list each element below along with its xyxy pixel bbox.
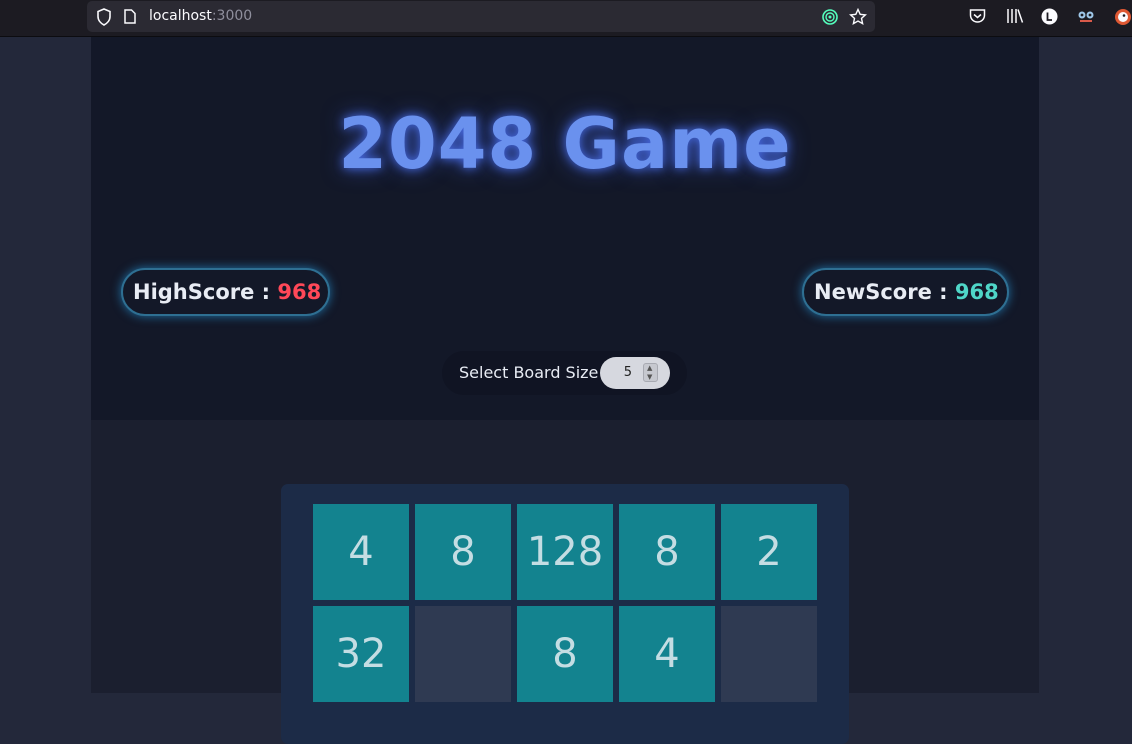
bookmark-star-icon[interactable] <box>849 8 867 26</box>
url-host: localhost <box>149 8 212 24</box>
address-bar[interactable]: localhost:3000 <box>87 1 875 32</box>
duckduckgo-icon[interactable] <box>1114 8 1132 26</box>
board-size-input[interactable]: 5 ▲ ▼ <box>600 357 670 389</box>
new-score-value: 968 <box>954 280 999 304</box>
tile: 8 <box>415 504 511 600</box>
tile: 8 <box>619 504 715 600</box>
high-score-badge: HighScore : 968 <box>121 268 330 316</box>
high-score-label: HighScore : <box>133 280 278 304</box>
account-icon[interactable] <box>1041 8 1058 25</box>
board-size-value: 5 <box>623 365 632 380</box>
tile: 4 <box>619 606 715 702</box>
library-icon[interactable] <box>1006 8 1024 24</box>
new-score-label: NewScore : <box>814 280 955 304</box>
tile: 128 <box>517 504 613 600</box>
tile: 32 <box>313 606 409 702</box>
empty-tile <box>415 606 511 702</box>
game-header: 2048 Game HighScore : 968 NewScore : 968… <box>91 37 1039 420</box>
url-text[interactable]: localhost:3000 <box>149 8 252 24</box>
tile: 8 <box>517 606 613 702</box>
url-port: :3000 <box>211 8 253 24</box>
page-icon <box>124 9 136 24</box>
board-size-selector: Select Board Size 5 ▲ ▼ <box>442 351 687 395</box>
tile: 4 <box>313 504 409 600</box>
empty-tile <box>721 606 817 702</box>
app-container: 2048 Game HighScore : 968 NewScore : 968… <box>91 37 1039 744</box>
browser-toolbar: localhost:3000 <box>0 0 1132 37</box>
shield-icon[interactable] <box>96 8 112 26</box>
high-score-value: 968 <box>277 280 322 304</box>
spinner-up-icon[interactable]: ▲ <box>647 365 652 372</box>
game-board: 4 8 128 8 2 32 8 4 <box>281 484 849 744</box>
tracking-icon[interactable] <box>821 8 839 26</box>
pocket-icon[interactable] <box>969 8 986 24</box>
spinner-down-icon[interactable]: ▼ <box>647 374 652 381</box>
board-size-label: Select Board Size <box>459 363 599 382</box>
game-title: 2048 Game <box>338 103 792 185</box>
board-size-spinner[interactable]: ▲ ▼ <box>643 363 658 382</box>
extension-icon[interactable] <box>1077 8 1095 24</box>
new-score-badge: NewScore : 968 <box>802 268 1009 316</box>
tile: 2 <box>721 504 817 600</box>
